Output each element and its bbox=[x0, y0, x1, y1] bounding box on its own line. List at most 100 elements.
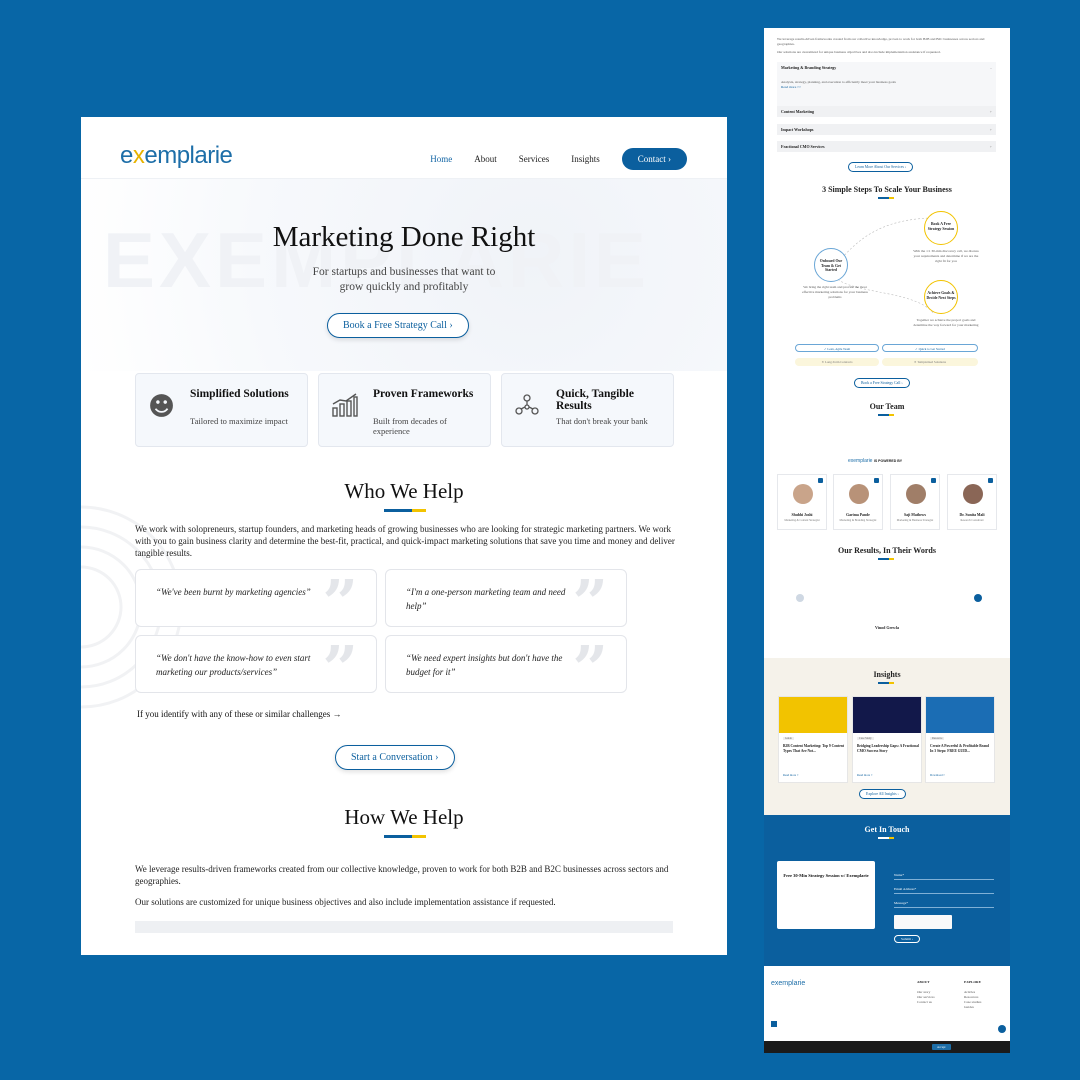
who-we-help-paragraph: We work with solopreneurs, startup found… bbox=[135, 524, 675, 558]
pill-cross: ✕ Templatized Solutions bbox=[882, 358, 978, 366]
team-card[interactable]: Saji Mathews Marketing & Business Strateg… bbox=[890, 474, 940, 530]
linkedin-icon bbox=[818, 478, 823, 483]
title-underline bbox=[384, 509, 426, 512]
feature-card: ☻ Simplified Solutions Tailored to maxim… bbox=[135, 373, 308, 447]
pill-cross: ✕ Long-Term Contracts bbox=[795, 358, 879, 366]
start-conversation-button[interactable]: Start a Conversation › bbox=[335, 745, 455, 770]
feature-title: Proven Frameworks bbox=[373, 388, 474, 400]
captcha-box[interactable] bbox=[894, 915, 952, 929]
hero-subtitle: For startups and businesses that want to… bbox=[312, 266, 496, 293]
step-2: Onboard Our Team & Get Started bbox=[814, 248, 848, 282]
cookie-accept-button[interactable]: Accept bbox=[932, 1044, 951, 1050]
feature-subtitle: Tailored to maximize impact bbox=[190, 416, 288, 426]
quote-icon: ” bbox=[322, 566, 358, 639]
quote-text: “We need expert insights but don't have … bbox=[406, 653, 563, 677]
nav-services[interactable]: Services bbox=[519, 154, 550, 164]
nav-home[interactable]: Home bbox=[430, 154, 452, 164]
feature-card: Quick, Tangible Results That don't break… bbox=[501, 373, 674, 447]
learn-more-services-button[interactable]: Learn More About Our Services › bbox=[848, 162, 914, 172]
book-strategy-call-button[interactable]: Book a Free Strategy Call › bbox=[327, 313, 469, 338]
growth-chart-icon bbox=[331, 392, 359, 425]
title-underline bbox=[878, 837, 894, 839]
minus-icon: – bbox=[990, 65, 992, 70]
avatar bbox=[793, 484, 813, 504]
title-underline bbox=[878, 197, 894, 199]
logo[interactable]: exemplarie bbox=[120, 142, 233, 170]
identify-text: If you identify with any of these or sim… bbox=[137, 709, 342, 719]
step-1: Book A Free Strategy Session bbox=[924, 211, 958, 245]
feature-subtitle: Built from decades of experience bbox=[373, 416, 447, 436]
service-accordion[interactable]: Impact Workshops + bbox=[777, 124, 996, 135]
testimonial-text bbox=[816, 578, 958, 618]
insight-card[interactable]: Guide B2B Content Marketing: Top 9 Conten… bbox=[778, 696, 848, 783]
how-we-help-title: How We Help bbox=[344, 805, 464, 829]
insight-card[interactable]: Case Study Bridging Leadership Gaps: A Fr… bbox=[852, 696, 922, 783]
team-card[interactable]: Shubhi Joshi Marketing & Content Strategi… bbox=[777, 474, 827, 530]
team-card[interactable]: Dr. Sunita Mali Research Consultant bbox=[947, 474, 997, 530]
how-intro-2: Our solutions are customized for unique … bbox=[777, 50, 941, 54]
linkedin-icon[interactable] bbox=[771, 1021, 777, 1027]
step-3: Achieve Goals & Decide Next Steps bbox=[924, 280, 958, 314]
challenge-quote: “I'm a one-person marketing team and nee… bbox=[385, 569, 627, 634]
pill-check: ✓ Lean, Agile Team bbox=[795, 344, 879, 352]
title-underline bbox=[878, 682, 894, 684]
lightbulb-hand-icon: ☻ bbox=[148, 392, 176, 422]
feature-title: Quick, Tangible Results bbox=[556, 388, 634, 412]
footer-explore-links: Articles Resources Case studies Guides bbox=[964, 990, 982, 1009]
quote-text: “We've been burnt by marketing agencies” bbox=[156, 587, 311, 597]
quote-icon: ” bbox=[572, 566, 608, 639]
linkedin-icon bbox=[874, 478, 879, 483]
title-underline bbox=[384, 835, 426, 838]
linkedin-icon bbox=[988, 478, 993, 483]
hero-title: Marketing Done Right bbox=[272, 221, 536, 253]
plus-icon: + bbox=[989, 144, 992, 149]
avatar bbox=[963, 484, 983, 504]
contact-title: Get In Touch bbox=[864, 825, 910, 834]
carousel-next-button[interactable] bbox=[974, 594, 982, 602]
title-underline bbox=[878, 414, 894, 416]
service-accordion[interactable]: Fractional CMO Services + bbox=[777, 141, 996, 152]
insight-card[interactable]: Resource Create A Powerful & Profitable B… bbox=[925, 696, 995, 783]
booking-card[interactable]: Free 30-Min Strategy Session w/ Exemplar… bbox=[777, 861, 875, 929]
contact-button[interactable]: Contact › bbox=[621, 148, 687, 170]
step-desc: We bring the right team and provide the … bbox=[802, 285, 868, 299]
homepage-screenshot-main: exemplarie Home About Services Insights … bbox=[81, 117, 727, 955]
team-card[interactable]: Garima Pande Marketing & Branding Strateg… bbox=[833, 474, 883, 530]
nav-insights[interactable]: Insights bbox=[571, 154, 600, 164]
feature-subtitle: That don't break your bank bbox=[556, 416, 648, 426]
footer-about-heading: ABOUT bbox=[917, 980, 930, 984]
submit-button[interactable]: Submit › bbox=[894, 935, 921, 943]
avatar bbox=[849, 484, 869, 504]
field-label: Message* bbox=[894, 901, 908, 905]
message-field[interactable] bbox=[894, 907, 994, 908]
name-field[interactable] bbox=[894, 879, 994, 880]
info-icon[interactable] bbox=[998, 1025, 1006, 1033]
title-underline bbox=[878, 558, 894, 560]
carousel-prev-button[interactable] bbox=[796, 594, 804, 602]
service-accordion[interactable]: Content Marketing + bbox=[777, 106, 996, 117]
team-title: Our Team bbox=[869, 402, 905, 411]
cookie-banner: Accept bbox=[764, 1041, 1010, 1053]
full-page-thumbnail: We leverage results-driven frameworks cr… bbox=[764, 28, 1010, 1053]
steps-title: 3 Simple Steps To Scale Your Business bbox=[822, 185, 952, 194]
book-call-button[interactable]: Book a Free Strategy Call › bbox=[854, 378, 910, 388]
service-accordion-open[interactable]: Marketing & Branding Strategy – Analysis… bbox=[777, 62, 996, 110]
insights-title: Insights bbox=[873, 670, 901, 679]
footer-explore-heading: EXPLORE bbox=[964, 980, 981, 984]
target-network-icon bbox=[514, 392, 540, 425]
footer-logo[interactable]: exemplarie bbox=[771, 980, 805, 987]
email-field[interactable] bbox=[894, 893, 994, 894]
accordion-placeholder bbox=[135, 921, 673, 933]
nav-about[interactable]: About bbox=[474, 154, 497, 164]
how-we-help-paragraph-2: Our solutions are customized for unique … bbox=[135, 897, 556, 907]
hero: EXEMPLARIE Marketing Done Right For star… bbox=[81, 179, 727, 371]
explore-insights-button[interactable]: Explore All Insights › bbox=[859, 789, 906, 799]
field-label: Email Address* bbox=[894, 887, 917, 891]
challenge-quote: “We need expert insights but don't have … bbox=[385, 635, 627, 700]
how-we-help-paragraph-1: We leverage results-driven frameworks cr… bbox=[135, 864, 669, 886]
how-intro-1: We leverage results-driven frameworks cr… bbox=[777, 37, 985, 46]
quote-icon: ” bbox=[322, 632, 358, 705]
pill-check: ✓ Quick to Get Started bbox=[882, 344, 978, 352]
quote-text: “We don't have the know-how to even star… bbox=[156, 653, 311, 677]
field-label: Name* bbox=[894, 873, 905, 877]
